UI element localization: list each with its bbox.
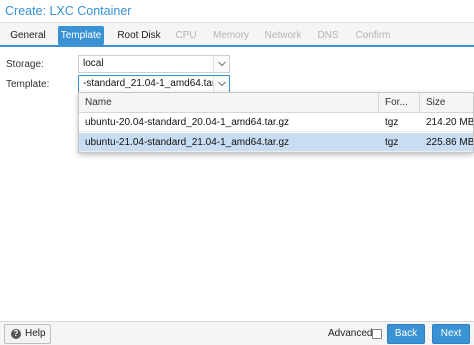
storage-select[interactable]: local <box>78 55 230 73</box>
tab-root-disk[interactable]: Root Disk <box>115 26 163 45</box>
advanced-checkbox[interactable] <box>372 329 382 339</box>
help-label: Help <box>25 328 46 339</box>
tab-underline <box>0 45 474 47</box>
storage-label: Storage: <box>6 59 44 70</box>
help-button[interactable]: ? Help <box>4 324 51 344</box>
storage-value: local <box>83 58 104 69</box>
wizard-tab-bar: General Template Root Disk CPU Memory Ne… <box>0 23 474 47</box>
chevron-down-icon[interactable] <box>213 56 229 72</box>
tab-network: Network <box>264 30 302 41</box>
row-name: ubuntu-20.04-standard_20.04-1_amd64.tar.… <box>85 117 290 128</box>
picker-header: Name For... Size <box>79 93 473 113</box>
template-picker-dropdown: Name For... Size ubuntu-20.04-standard_2… <box>78 92 474 153</box>
row-size: 225.86 MB <box>426 137 474 148</box>
template-row[interactable]: ubuntu-20.04-standard_20.04-1_amd64.tar.… <box>79 113 474 132</box>
tab-cpu: CPU <box>175 30 197 41</box>
question-circle-icon: ? <box>11 329 21 339</box>
tab-dns: DNS <box>317 30 339 41</box>
row-format: tgz <box>385 117 399 128</box>
back-button[interactable]: Back <box>387 324 425 344</box>
dialog-footer: ? Help Advanced Back Next <box>0 321 474 345</box>
column-header-size[interactable]: Size <box>420 93 473 113</box>
template-row-selected[interactable]: ubuntu-21.04-standard_21.04-1_amd64.tar.… <box>79 133 474 152</box>
row-name: ubuntu-21.04-standard_21.04-1_amd64.tar.… <box>85 137 290 148</box>
tab-memory: Memory <box>212 30 250 41</box>
column-header-name[interactable]: Name <box>79 93 379 113</box>
tab-general[interactable]: General <box>7 26 49 45</box>
advanced-label: Advanced <box>328 328 373 339</box>
tab-confirm: Confirm <box>355 30 391 41</box>
template-value: -standard_21.04-1_amd64.tar.gz <box>83 78 229 89</box>
next-button[interactable]: Next <box>432 324 470 344</box>
tab-template[interactable]: Template <box>58 26 104 45</box>
column-header-format[interactable]: For... <box>379 93 420 113</box>
window-titlebar: Create: LXC Container <box>0 0 474 23</box>
row-size: 214.20 MB <box>426 117 474 128</box>
template-combobox[interactable]: -standard_21.04-1_amd64.tar.gz <box>78 75 230 93</box>
chevron-down-icon[interactable] <box>213 76 229 92</box>
template-label: Template: <box>6 79 50 90</box>
row-format: tgz <box>385 137 399 148</box>
text-caret <box>229 77 230 88</box>
window-title: Create: LXC Container <box>5 4 132 18</box>
